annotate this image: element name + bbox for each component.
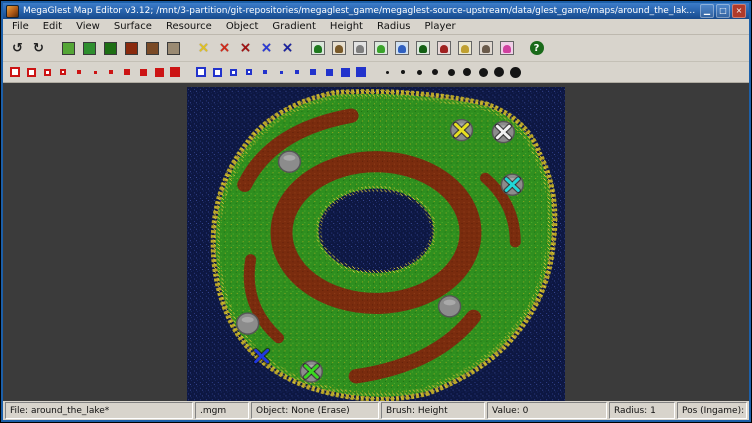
height-brush--1[interactable] <box>71 64 87 80</box>
height-brush-3[interactable] <box>135 64 151 80</box>
status-object: Object: None (Erase) <box>251 402 379 419</box>
radius-7[interactable] <box>475 64 491 80</box>
status-value: Value: 0 <box>487 402 607 419</box>
status-extension: .mgm <box>195 402 249 419</box>
toolbar-brush <box>3 62 749 83</box>
maximize-button[interactable]: □ <box>716 4 730 18</box>
radius-9[interactable] <box>507 64 523 80</box>
status-radius: Radius: 1 <box>609 402 675 419</box>
gradient-brush-0[interactable] <box>273 64 289 80</box>
radius-4[interactable] <box>427 64 443 80</box>
redo-icon[interactable]: ↻ <box>28 38 49 59</box>
help-icon[interactable]: ? <box>526 38 547 59</box>
gradient-brush--5[interactable] <box>193 64 209 80</box>
height-brush--2[interactable] <box>55 64 71 80</box>
object-invisible-blocking-icon[interactable] <box>496 38 517 59</box>
height-brush--3[interactable] <box>39 64 55 80</box>
menu-gradient[interactable]: Gradient <box>265 21 323 32</box>
app-window: MegaGlest Map Editor v3.12; /mnt/3-parti… <box>0 0 752 423</box>
height-brush-4[interactable] <box>151 64 167 80</box>
menu-edit[interactable]: Edit <box>36 21 69 32</box>
object-mountain-icon[interactable] <box>475 38 496 59</box>
surface-stone-icon[interactable] <box>142 38 163 59</box>
gradient-brush--1[interactable] <box>257 64 273 80</box>
object-water-object-icon[interactable] <box>391 38 412 59</box>
window-controls: ▁□× <box>700 4 746 18</box>
player-start-cyan <box>501 174 523 195</box>
player-start-yellow <box>451 120 473 141</box>
menu-object[interactable]: Object <box>219 21 266 32</box>
minimize-button[interactable]: ▁ <box>700 4 714 18</box>
object-stone-icon[interactable] <box>349 38 370 59</box>
surface-ground-icon[interactable] <box>163 38 184 59</box>
toolbar-main: ↺↻×××××? <box>3 35 749 62</box>
height-brush--4[interactable] <box>23 64 39 80</box>
height-brush-2[interactable] <box>119 64 135 80</box>
menu-player[interactable]: Player <box>418 21 463 32</box>
titlebar[interactable]: MegaGlest Map Editor v3.12; /mnt/3-parti… <box>3 3 749 19</box>
object-dead-tree-icon[interactable] <box>328 38 349 59</box>
gradient-brush-5[interactable] <box>353 64 369 80</box>
resource-custom1-icon[interactable]: × <box>235 38 256 59</box>
radius-5[interactable] <box>443 64 459 80</box>
gradient-brush-4[interactable] <box>337 64 353 80</box>
close-button[interactable]: × <box>732 4 746 18</box>
stone-object-3 <box>439 296 461 317</box>
gradient-brush-2[interactable] <box>305 64 321 80</box>
radius-2[interactable] <box>395 64 411 80</box>
player-start-white <box>492 121 514 142</box>
editor-canvas[interactable] <box>3 83 749 401</box>
menu-view[interactable]: View <box>69 21 107 32</box>
resource-stone-icon[interactable]: × <box>214 38 235 59</box>
height-brush-5[interactable] <box>167 64 183 80</box>
menu-file[interactable]: File <box>5 21 36 32</box>
gradient-brush--3[interactable] <box>225 64 241 80</box>
status-file: File: around_the_lake* <box>5 402 193 419</box>
undo-icon[interactable]: ↺ <box>7 38 28 59</box>
resource-custom2-icon[interactable]: × <box>256 38 277 59</box>
gradient-brush--4[interactable] <box>209 64 225 80</box>
radius-3[interactable] <box>411 64 427 80</box>
menu-resource[interactable]: Resource <box>159 21 219 32</box>
object-hanged-icon[interactable] <box>433 38 454 59</box>
stone-object-2 <box>237 313 259 334</box>
surface-secondary-grass-icon[interactable] <box>79 38 100 59</box>
object-statue-icon[interactable] <box>454 38 475 59</box>
gradient-brush--2[interactable] <box>241 64 257 80</box>
height-brush--5[interactable] <box>7 64 23 80</box>
stone-object-1 <box>279 151 301 172</box>
app-icon <box>6 5 19 18</box>
menubar: FileEditViewSurfaceResourceObjectGradien… <box>3 19 749 35</box>
surface-road-icon[interactable] <box>121 38 142 59</box>
radius-1[interactable] <box>379 64 395 80</box>
height-brush-1[interactable] <box>103 64 119 80</box>
radius-8[interactable] <box>491 64 507 80</box>
resource-gold-icon[interactable]: × <box>193 38 214 59</box>
gradient-brush-1[interactable] <box>289 64 305 80</box>
player-start-green <box>300 361 322 382</box>
object-bush-icon[interactable] <box>370 38 391 59</box>
gradient-brush-3[interactable] <box>321 64 337 80</box>
map-lake <box>318 189 433 273</box>
window-title: MegaGlest Map Editor v3.12; /mnt/3-parti… <box>23 6 696 16</box>
status-brush: Brush: Height <box>381 402 485 419</box>
map-view[interactable] <box>187 87 565 401</box>
resource-custom3-icon[interactable]: × <box>277 38 298 59</box>
menu-surface[interactable]: Surface <box>107 21 159 32</box>
status-position: Pos (Ingame): 110,5 (220,10) <box>677 402 747 419</box>
object-big-tree-icon[interactable] <box>412 38 433 59</box>
height-brush-0[interactable] <box>87 64 103 80</box>
surface-dark-grass-icon[interactable] <box>100 38 121 59</box>
menu-radius[interactable]: Radius <box>370 21 418 32</box>
menu-height[interactable]: Height <box>323 21 370 32</box>
radius-6[interactable] <box>459 64 475 80</box>
window-inner: MegaGlest Map Editor v3.12; /mnt/3-parti… <box>3 3 749 420</box>
statusbar: File: around_the_lake* .mgm Object: None… <box>3 401 749 420</box>
surface-grass-icon[interactable] <box>58 38 79 59</box>
object-tree-icon[interactable] <box>307 38 328 59</box>
